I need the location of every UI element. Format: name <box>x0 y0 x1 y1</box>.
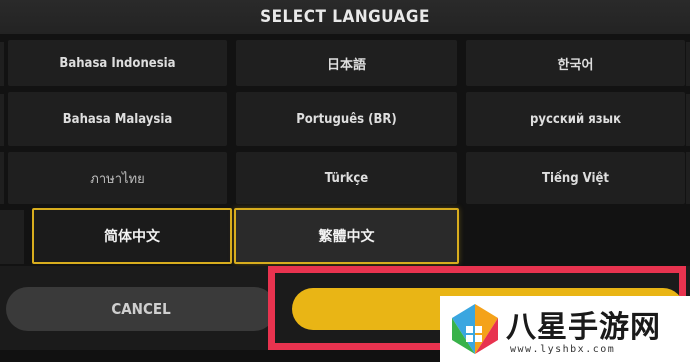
grid-edge <box>686 152 690 204</box>
language-option-portuguese-br[interactable]: Português (BR) <box>236 92 457 146</box>
language-grid: Bahasa Indonesia 日本語 한국어 Bahasa Malaysia… <box>0 34 690 266</box>
watermark-logo-icon <box>452 304 498 354</box>
language-option-russian[interactable]: русский язык <box>466 92 685 146</box>
language-option-thai[interactable]: ภาษาไทย <box>8 152 227 204</box>
grid-edge <box>0 210 24 264</box>
grid-edge <box>686 42 690 86</box>
dialog-header: SELECT LANGUAGE <box>0 0 690 34</box>
watermark-url: www.lyshbx.com <box>510 344 616 355</box>
language-option-bahasa-indonesia[interactable]: Bahasa Indonesia <box>8 40 227 86</box>
watermark: 八星手游网 www.lyshbx.com <box>440 296 690 362</box>
grid-edge <box>0 94 4 146</box>
cancel-button[interactable]: CANCEL <box>6 287 276 331</box>
dialog-title: SELECT LANGUAGE <box>260 7 430 27</box>
grid-edge <box>0 42 4 86</box>
language-option-turkish[interactable]: Türkçe <box>236 152 457 204</box>
language-option-traditional-chinese[interactable]: 繁體中文 <box>234 208 459 264</box>
language-option-japanese[interactable]: 日本語 <box>236 40 457 86</box>
language-option-bahasa-malaysia[interactable]: Bahasa Malaysia <box>8 92 227 146</box>
language-option-korean[interactable]: 한국어 <box>466 40 685 86</box>
grid-edge <box>686 94 690 146</box>
language-option-vietnamese[interactable]: Tiếng Việt <box>466 152 685 204</box>
grid-edge <box>0 152 4 204</box>
language-option-simplified-chinese[interactable]: 简体中文 <box>32 208 232 264</box>
watermark-brand: 八星手游网 <box>506 310 661 345</box>
